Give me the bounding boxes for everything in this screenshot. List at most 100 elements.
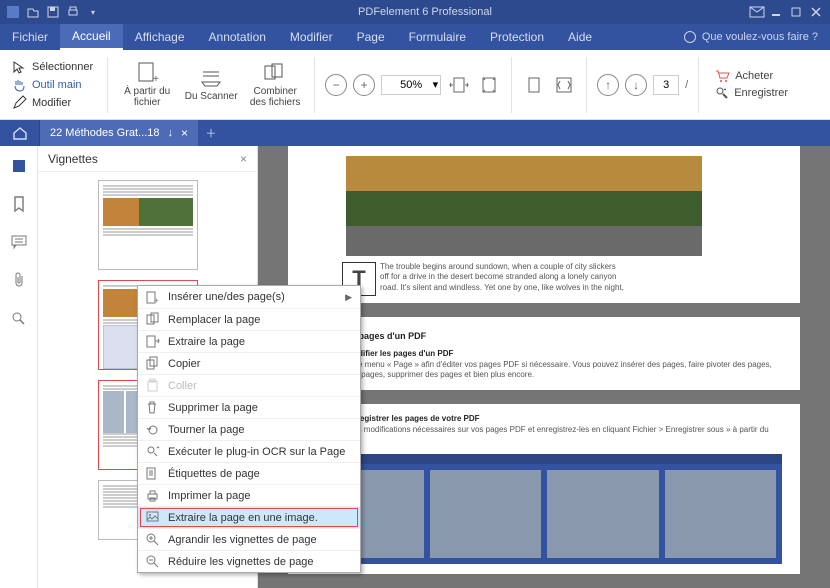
new-tab-button[interactable]: ＋: [198, 125, 224, 141]
chevron-down-icon: ▾: [433, 78, 439, 91]
select-tool[interactable]: Sélectionner: [8, 59, 97, 75]
save-icon[interactable]: [46, 5, 60, 19]
body-text: road. It's silent and windless. Yet one …: [342, 283, 782, 293]
buy-button[interactable]: Acheter: [715, 70, 788, 82]
tell-me-box[interactable]: Que voulez-vous faire ?: [672, 31, 830, 43]
extract-page-icon: [144, 334, 160, 350]
ctx-enlarge-thumbs[interactable]: Agrandir les vignettes de page: [138, 528, 360, 550]
combine-icon: [264, 62, 286, 84]
menu-fichier[interactable]: Fichier: [0, 24, 60, 50]
view-continuous-button[interactable]: [552, 73, 576, 97]
tab-close-icon[interactable]: ×: [181, 126, 188, 140]
from-file-label: À partir du fichier: [118, 86, 176, 108]
print-icon[interactable]: [66, 5, 80, 19]
menu-accueil[interactable]: Accueil: [60, 24, 123, 50]
page-plus-icon: +: [136, 62, 158, 84]
menu-modifier[interactable]: Modifier: [278, 24, 345, 50]
ctx-print-page[interactable]: Imprimer la page: [138, 484, 360, 506]
document-tab[interactable]: 22 Méthodes Grat...18 ↓ ×: [40, 120, 198, 146]
menu-affichage[interactable]: Affichage: [123, 24, 197, 50]
maximize-button[interactable]: [788, 4, 804, 20]
replace-page-icon: [144, 312, 160, 328]
image-tiger: [346, 156, 702, 256]
zoom-out-button[interactable]: −: [325, 74, 347, 96]
ctx-copy[interactable]: Copier: [138, 352, 360, 374]
hand-tool[interactable]: Outil main: [8, 77, 97, 93]
combine-label: Combiner des fichiers: [246, 86, 304, 108]
page-down-button[interactable]: ↓: [625, 74, 647, 96]
image-placeholder: [103, 198, 193, 226]
copy-icon: [144, 356, 160, 372]
mail-icon[interactable]: [750, 5, 764, 19]
ctx-label: Réduire les vignettes de page: [168, 556, 314, 568]
divider: [698, 57, 699, 113]
zoom-out-icon: [144, 554, 160, 570]
document-tab-title: 22 Méthodes Grat...18: [50, 127, 159, 139]
home-tab-button[interactable]: [0, 120, 40, 146]
ctx-replace-page[interactable]: Remplacer la page: [138, 308, 360, 330]
ctx-page-labels[interactable]: Étiquettes de page: [138, 462, 360, 484]
thumbnail-context-menu: + Insérer une/des page(s) ▶ Remplacer la…: [137, 285, 361, 573]
close-button[interactable]: [808, 4, 824, 20]
body-text: Appliquez les modifications nécessaires …: [306, 425, 782, 446]
fit-width-button[interactable]: [447, 73, 471, 97]
register-button[interactable]: Enregistrer: [715, 86, 788, 99]
ctx-label: Tourner la page: [168, 424, 244, 436]
scanner-button[interactable]: Du Scanner: [182, 67, 240, 102]
menu-aide[interactable]: Aide: [556, 24, 604, 50]
ctx-extract-page-image[interactable]: Extraire la page en une image.: [138, 506, 360, 528]
menu-page[interactable]: Page: [345, 24, 397, 50]
zoom-value: 50%: [400, 79, 422, 91]
ctx-rotate-page[interactable]: Tourner la page: [138, 418, 360, 440]
page-up-button[interactable]: ↑: [597, 74, 619, 96]
thumbnails-panel-button[interactable]: [9, 156, 29, 176]
thumbnails-title: Vignettes: [48, 152, 98, 166]
zoom-in-button[interactable]: +: [353, 74, 375, 96]
document-tabstrip: 22 Méthodes Grat...18 ↓ × ＋: [0, 120, 830, 146]
bookmarks-panel-button[interactable]: [9, 194, 29, 214]
divider: [511, 57, 512, 113]
edit-label: Modifier: [32, 97, 71, 109]
left-sidestrip: [0, 146, 38, 588]
ctx-ocr-page[interactable]: Exécuter le plug-in OCR sur la Page: [138, 440, 360, 462]
qat-dropdown-icon[interactable]: ▾: [86, 5, 100, 19]
minimize-button[interactable]: [768, 4, 784, 20]
divider: [586, 57, 587, 113]
scanner-icon: [200, 67, 222, 89]
print-icon: [144, 488, 160, 504]
menu-formulaire[interactable]: Formulaire: [397, 24, 478, 50]
page-number-input[interactable]: 3: [653, 75, 679, 95]
ctx-extract-page[interactable]: Extraire la page: [138, 330, 360, 352]
ctx-reduce-thumbs[interactable]: Réduire les vignettes de page: [138, 550, 360, 572]
zoom-level-input[interactable]: 50% ▾: [381, 75, 441, 95]
hand-label: Outil main: [32, 79, 82, 91]
comments-panel-button[interactable]: [9, 232, 29, 252]
scanner-label: Du Scanner: [185, 91, 238, 102]
tool-mode-group: Sélectionner Outil main Modifier: [8, 59, 97, 111]
panel-close-icon[interactable]: ×: [240, 152, 247, 166]
combine-button[interactable]: Combiner des fichiers: [246, 62, 304, 108]
from-file-button[interactable]: + À partir du fichier: [118, 62, 176, 108]
svg-text:+: +: [154, 296, 159, 305]
labels-icon: [144, 466, 160, 482]
view-single-button[interactable]: [522, 73, 546, 97]
ctx-delete-page[interactable]: Supprimer la page: [138, 396, 360, 418]
ribbon: Sélectionner Outil main Modifier + À par…: [0, 50, 830, 120]
menu-protection[interactable]: Protection: [478, 24, 556, 50]
search-panel-button[interactable]: [9, 308, 29, 328]
ctx-paste: Coller: [138, 374, 360, 396]
document-page: Modifier les pages d'un PDF • Étape 1 : …: [288, 317, 800, 390]
ctx-insert-pages[interactable]: + Insérer une/des page(s) ▶: [138, 286, 360, 308]
ctx-label: Coller: [168, 380, 197, 392]
fit-page-button[interactable]: [477, 73, 501, 97]
edit-tool[interactable]: Modifier: [8, 95, 97, 111]
menu-annotation[interactable]: Annotation: [197, 24, 278, 50]
download-icon: ↓: [167, 127, 173, 139]
titlebar: ▾ PDFelement 6 Professional: [0, 0, 830, 24]
ctx-label: Imprimer la page: [168, 490, 251, 502]
open-icon[interactable]: [26, 5, 40, 19]
attachments-panel-button[interactable]: [9, 270, 29, 290]
document-page: T The trouble begins around sundown, whe…: [288, 146, 800, 303]
thumbnail-page-1[interactable]: [98, 180, 198, 270]
ctx-label: Étiquettes de page: [168, 468, 260, 480]
